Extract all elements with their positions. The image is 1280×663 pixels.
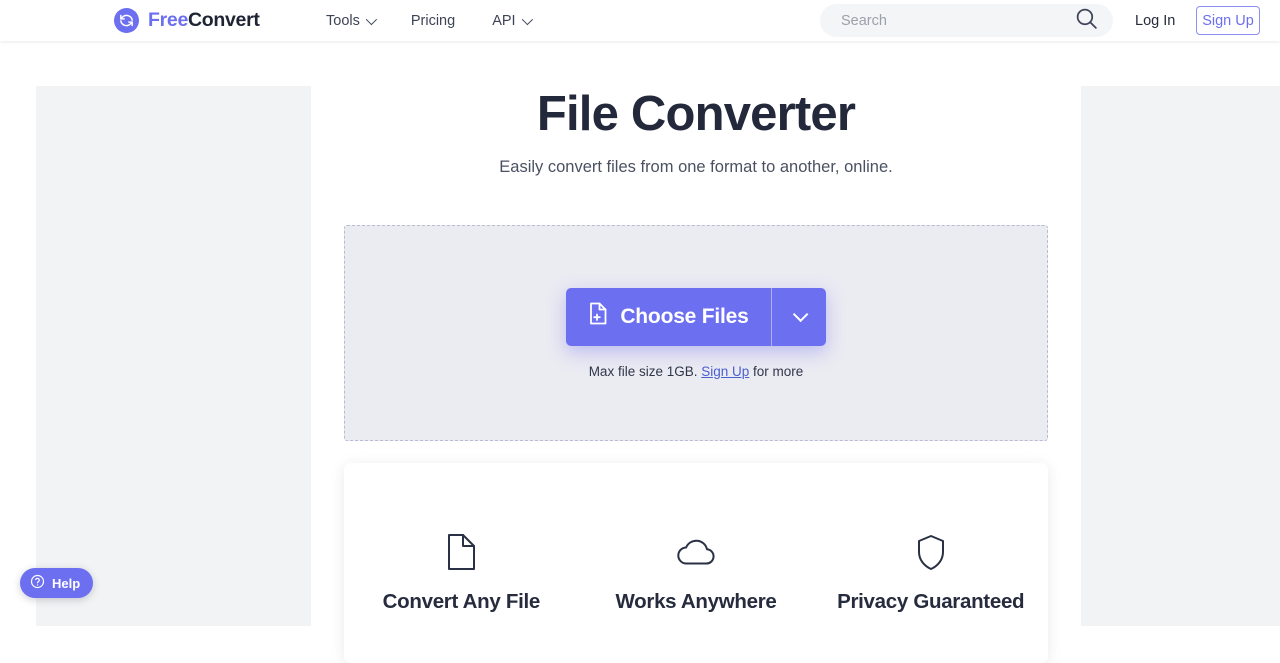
feature-title: Privacy Guaranteed [837, 590, 1025, 613]
page-title: File Converter [536, 87, 856, 141]
max-filesize-note: Max file size 1GB. Sign Up for more [589, 364, 804, 379]
login-link[interactable]: Log In [1135, 0, 1175, 41]
choose-files-dropdown-button[interactable] [770, 287, 826, 346]
features-card: Convert Any File Works Anywhere Privacy … [344, 463, 1048, 663]
search-icon[interactable] [1074, 6, 1099, 36]
nav-item-api[interactable]: API [492, 12, 533, 29]
feature-title: Convert Any File [382, 590, 541, 613]
brand-part-free: Free [148, 8, 188, 31]
page-subtitle: Easily convert files from one format to … [499, 157, 893, 176]
signup-button[interactable]: Sign Up [1196, 6, 1260, 35]
nav-item-tools[interactable]: Tools [326, 12, 377, 29]
site-header: FreeConvert Tools Pricing API Log In Sig… [0, 0, 1280, 41]
feature-works-anywhere: Works Anywhere [579, 530, 814, 614]
search-input[interactable] [839, 11, 1059, 30]
choose-files-control[interactable]: Choose Files [566, 287, 826, 346]
choose-files-label: Choose Files [620, 304, 749, 328]
cloud-icon [675, 530, 717, 574]
main-content: File Converter Easily convert files from… [344, 41, 1048, 177]
document-icon [446, 530, 477, 574]
brand-wordmark: FreeConvert [148, 8, 260, 31]
feature-title: Works Anywhere [615, 590, 777, 613]
main-navigation: Tools Pricing API [326, 0, 533, 41]
nav-item-label: API [492, 12, 516, 29]
nav-item-label: Tools [326, 12, 360, 29]
shield-icon [916, 530, 946, 574]
refresh-circle-icon [114, 8, 139, 33]
brand-logo-link[interactable]: FreeConvert [114, 0, 260, 41]
max-filesize-suffix: for more [753, 363, 804, 379]
chevron-down-icon [521, 13, 533, 25]
feature-privacy-guaranteed: Privacy Guaranteed [813, 530, 1048, 614]
chevron-down-icon [792, 306, 809, 323]
help-widget-label: Help [52, 575, 81, 591]
help-widget-button[interactable]: Help [20, 568, 94, 598]
file-plus-icon [588, 302, 608, 331]
chevron-down-icon [365, 13, 377, 25]
ad-placeholder-right [1081, 86, 1280, 626]
signup-inline-link[interactable]: Sign Up [701, 364, 749, 379]
ad-placeholder-left [36, 86, 311, 626]
question-circle-icon [30, 574, 45, 592]
nav-item-label: Pricing [410, 12, 456, 29]
max-filesize-prefix: Max file size 1GB. [588, 363, 698, 379]
file-dropzone[interactable]: Choose Files Max file size 1GB. Sign Up … [344, 225, 1048, 441]
choose-files-button[interactable]: Choose Files [566, 287, 771, 346]
brand-part-convert: Convert [188, 8, 260, 31]
search-container[interactable] [820, 4, 1113, 37]
nav-item-pricing[interactable]: Pricing [411, 13, 455, 29]
feature-convert-any-file: Convert Any File [344, 530, 579, 614]
